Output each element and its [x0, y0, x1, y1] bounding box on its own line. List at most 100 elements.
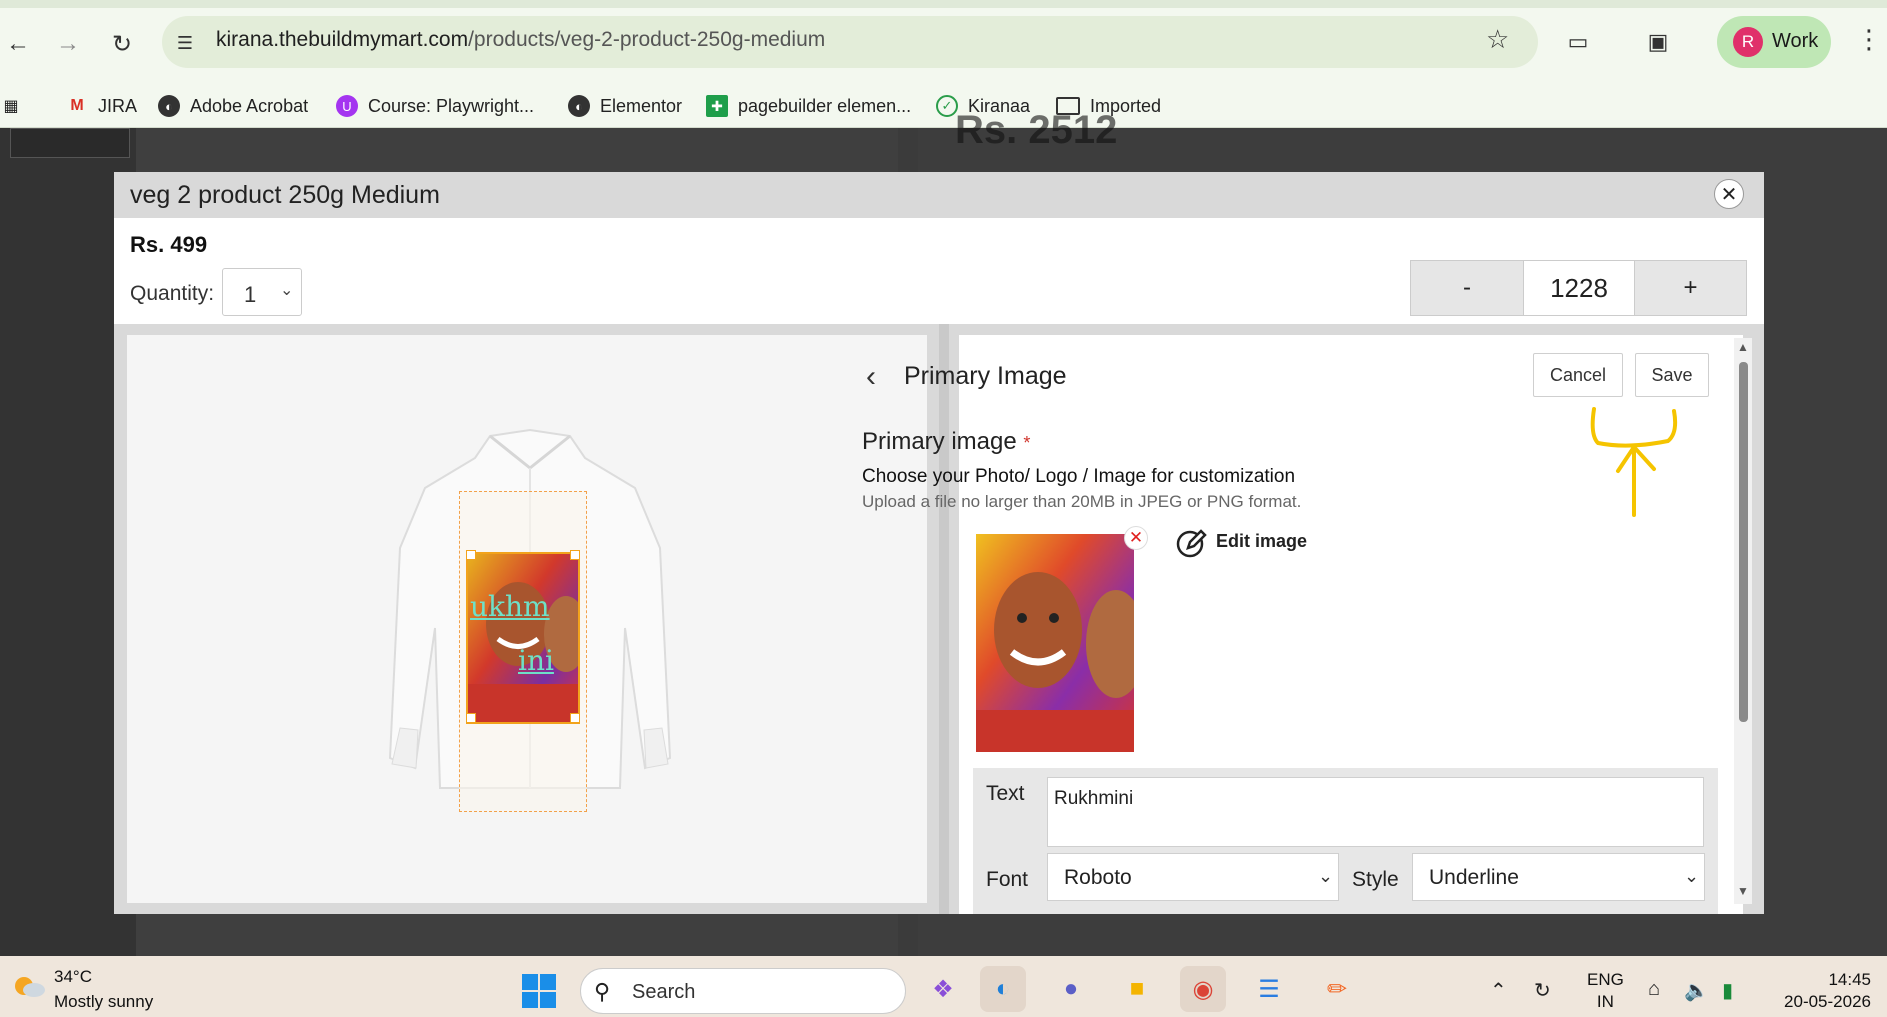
back-chevron-icon[interactable]: ‹ [866, 360, 876, 394]
tab-search-icon[interactable]: ▣ [1642, 26, 1674, 58]
taskbar-search[interactable] [580, 968, 906, 1014]
apps-grid-icon[interactable]: ▦ [0, 84, 32, 128]
weather-sun-icon[interactable] [12, 974, 46, 998]
portrait-photo [468, 554, 578, 722]
placed-image[interactable] [466, 552, 580, 724]
product-price: Rs. 499 [130, 232, 208, 257]
clock-date: 20-05-2026 [1784, 992, 1871, 1011]
globe-icon: ◐ [568, 95, 590, 117]
url-host: kirana.thebuildmymart.com [216, 28, 469, 51]
sheets-icon: ✚ [706, 95, 728, 117]
edge-icon[interactable]: ◐ [980, 966, 1026, 1012]
forward-arrow-icon[interactable]: → [50, 26, 86, 62]
file-explorer-icon[interactable]: ■ [1114, 966, 1160, 1012]
font-select[interactable]: Roboto [1047, 853, 1339, 901]
bookmark-label: Adobe Acrobat [190, 95, 309, 116]
style-label: Style [1352, 868, 1399, 891]
increment-button[interactable]: + [1635, 261, 1746, 315]
resize-handle[interactable] [466, 713, 476, 723]
search-placeholder: Search [632, 981, 696, 1003]
field-label-text: Primary image [862, 428, 1017, 455]
edit-image-label[interactable]: Edit image [1216, 531, 1307, 552]
cancel-button[interactable]: Cancel [1533, 353, 1623, 397]
upload-hint: Upload a file no larger than 20MB in JPE… [862, 492, 1302, 511]
text-label: Text [986, 782, 1025, 805]
thumbnail-photo [976, 534, 1134, 752]
globe-icon: ◐ [158, 95, 180, 117]
bookmark-elementor[interactable]: ◐ Elementor [568, 84, 682, 128]
quantity-label: Quantity: [130, 282, 215, 305]
system-clock[interactable]: 14:45 20-05-2026 [1775, 969, 1871, 1013]
battery-icon[interactable]: ▮ [1722, 978, 1733, 1003]
teams-icon[interactable]: ● [1048, 966, 1094, 1012]
avatar: R [1733, 27, 1763, 57]
required-mark: * [1023, 433, 1031, 453]
field-label: Primary image * [862, 428, 1030, 456]
overlay-text-line2[interactable]: ini [518, 644, 554, 677]
notepad-icon[interactable]: ☰ [1246, 966, 1292, 1012]
wifi-icon[interactable]: ⌂ [1648, 978, 1660, 1001]
bookmark-label: JIRA [98, 95, 138, 116]
bookmark-label: Course: Playwright... [368, 95, 535, 116]
choose-text: Choose your Photo/ Logo / Image for cust… [862, 466, 1296, 487]
quantity-stepper: - 1228 + [1410, 260, 1747, 316]
resize-handle[interactable] [466, 550, 476, 560]
weather-temp[interactable]: 34°C [54, 967, 92, 987]
save-button[interactable]: Save [1635, 353, 1709, 397]
bookmark-star-icon[interactable]: ☆ [1486, 24, 1509, 55]
chrome-icon[interactable]: ◉ [1180, 966, 1226, 1012]
editor-title: Primary Image [904, 362, 1067, 390]
bookmark-adobe-acrobat[interactable]: ◐ Adobe Acrobat [158, 84, 308, 128]
clock-time: 14:45 [1828, 970, 1871, 989]
profile-label: Work [1772, 30, 1819, 52]
decrement-button[interactable]: - [1411, 261, 1523, 315]
show-hidden-icons-icon[interactable]: ⌃ [1490, 978, 1507, 1003]
close-icon[interactable]: ✕ [1714, 179, 1744, 209]
chevron-down-icon: ⌄ [1318, 866, 1334, 886]
modal-title: veg 2 product 250g Medium [130, 181, 440, 209]
volume-icon[interactable]: 🔈 [1684, 978, 1709, 1003]
site-settings-icon[interactable]: ☰ [170, 28, 200, 58]
tab-strip [0, 0, 1887, 8]
scroll-thumb[interactable] [1739, 362, 1748, 722]
scroll-up-icon[interactable]: ▲ [1737, 340, 1749, 354]
resize-handle[interactable] [570, 713, 580, 723]
browser-menu-icon[interactable]: ⋮ [1856, 24, 1882, 55]
stepper-value[interactable]: 1228 [1523, 261, 1635, 315]
udemy-icon: U [336, 95, 358, 117]
pane-divider [939, 324, 949, 914]
resize-handle[interactable] [570, 550, 580, 560]
style-select[interactable]: Underline [1412, 853, 1705, 901]
url-text[interactable]: kirana.thebuildmymart.com/products/veg-2… [216, 28, 825, 52]
windows-start-icon[interactable] [521, 973, 557, 1009]
drawing-app-icon[interactable]: ✏ [1314, 966, 1360, 1012]
annotation-arrow [1590, 407, 1678, 517]
background-price: Rs. 2512 [955, 108, 1118, 152]
weather-condition[interactable]: Mostly sunny [54, 992, 153, 1012]
scroll-down-icon[interactable]: ▼ [1737, 884, 1749, 898]
gmail-icon: M [70, 97, 84, 114]
bookmark-course-playwright[interactable]: U Course: Playwright... [336, 84, 534, 128]
copilot-icon[interactable]: ❖ [920, 966, 966, 1012]
overlay-text-line1[interactable]: ukhm [470, 590, 550, 623]
language-indicator[interactable]: ENG IN [1587, 969, 1624, 1013]
text-input[interactable]: Rukhmini [1047, 777, 1704, 847]
reload-icon[interactable]: ↻ [104, 26, 140, 62]
chevron-down-icon: ⌄ [1684, 866, 1700, 886]
quantity-value: 1 [244, 282, 257, 307]
search-icon: ⚲ [594, 979, 611, 1004]
bookmark-jira[interactable]: M JIRA [66, 84, 137, 128]
uploaded-thumbnail[interactable] [976, 534, 1134, 752]
bookmark-pagebuilder[interactable]: ✚ pagebuilder elemen... [706, 84, 911, 128]
back-arrow-icon[interactable]: ← [0, 26, 36, 62]
extensions-icon[interactable]: ▭ [1562, 26, 1594, 58]
page-thumbnail [10, 128, 130, 158]
url-path: /products/veg-2-product-250g-medium [468, 28, 826, 51]
edit-image-icon[interactable] [1174, 526, 1208, 560]
chevron-down-icon: ⌄ [280, 282, 294, 299]
lang-line1: ENG [1587, 970, 1624, 989]
bookmark-label: pagebuilder elemen... [738, 95, 912, 116]
sync-icon[interactable]: ↻ [1534, 978, 1551, 1003]
font-label: Font [986, 868, 1029, 891]
remove-image-icon[interactable]: ✕ [1124, 526, 1148, 550]
